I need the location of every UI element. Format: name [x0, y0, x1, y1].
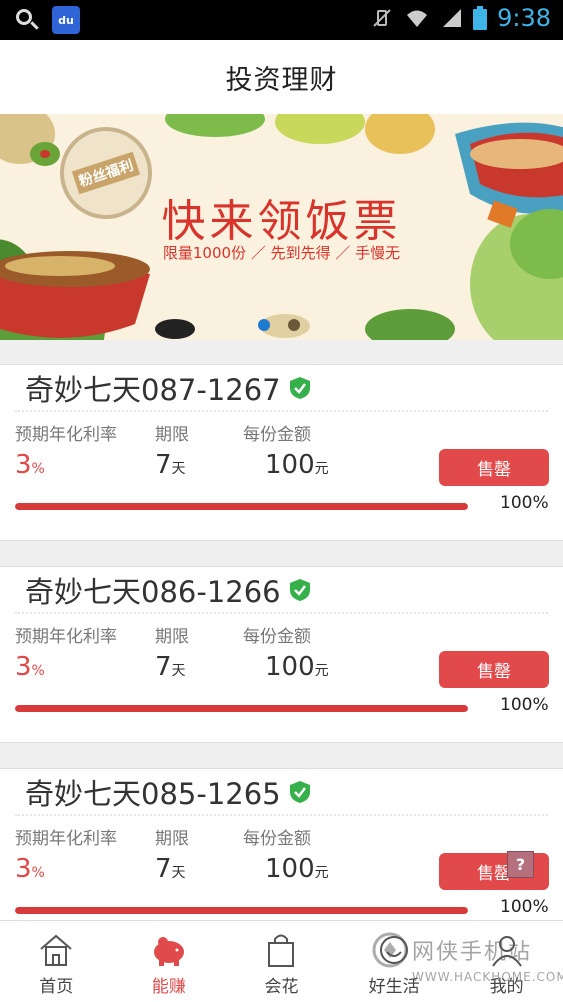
wifi-icon	[407, 10, 428, 27]
tab-home[interactable]: 首页	[0, 921, 113, 1002]
product-name-text: 奇妙七天085-1265	[25, 777, 281, 811]
search-icon	[14, 7, 40, 33]
term-value: 7天	[155, 854, 186, 884]
page-title: 投资理财	[225, 64, 338, 96]
carousel-dot[interactable]	[288, 319, 300, 331]
product-card[interactable]: 奇妙七天087-1267 预期年化利率 期限 每份金额 3% 7天 100元 售…	[0, 364, 563, 541]
verified-shield-icon	[289, 579, 310, 601]
tab-label: 会花	[264, 977, 299, 997]
progress-fill	[15, 705, 468, 712]
carousel-dots	[258, 319, 300, 331]
rate-value: 3%	[15, 450, 45, 480]
progress-percent: 100%	[500, 897, 549, 917]
sold-out-button[interactable]: 售罄	[439, 651, 549, 688]
product-name: 奇妙七天086-1266	[25, 569, 311, 611]
home-icon	[40, 934, 72, 966]
tab-label: 首页	[39, 977, 74, 997]
signal-icon	[443, 9, 462, 27]
divider	[15, 612, 548, 614]
product-name: 奇妙七天087-1267	[25, 367, 311, 409]
page-header: 投资理财	[0, 40, 563, 114]
carousel-dot-active[interactable]	[258, 319, 270, 331]
progress-bar	[15, 705, 468, 712]
profile-icon	[491, 936, 522, 967]
tab-earn[interactable]: 能赚	[113, 921, 226, 1002]
amount-label: 每份金额	[243, 627, 311, 647]
status-right: 9:38	[371, 4, 551, 32]
divider	[15, 410, 548, 412]
vibrate-mute-icon	[373, 9, 391, 27]
amount-value: 100元	[265, 652, 329, 682]
progress-fill	[15, 503, 468, 510]
rate-value: 3%	[15, 854, 45, 884]
shopping-bag-icon	[268, 934, 295, 967]
piggy-bank-icon	[153, 937, 184, 966]
rate-label: 预期年化利率	[15, 425, 117, 445]
rate-label: 预期年化利率	[15, 829, 117, 849]
tab-life[interactable]: 好生活	[338, 921, 451, 1002]
tab-spend[interactable]: 会花	[225, 921, 338, 1002]
product-name: 奇妙七天085-1265	[25, 771, 311, 813]
divider	[15, 814, 548, 816]
tab-label: 能赚	[151, 977, 186, 997]
status-time: 9:38	[497, 4, 551, 32]
tab-profile[interactable]: 我的	[450, 921, 563, 1002]
term-label: 期限	[155, 829, 189, 849]
status-left: du	[14, 6, 80, 34]
term-label: 期限	[155, 627, 189, 647]
term-value: 7天	[155, 652, 186, 682]
rate-value: 3%	[15, 652, 45, 682]
progress-percent: 100%	[500, 493, 549, 513]
product-card[interactable]: 奇妙七天085-1265 预期年化利率 期限 每份金额 3% 7天 100元 售…	[0, 768, 563, 945]
term-value: 7天	[155, 450, 186, 480]
progress-bar	[15, 503, 468, 510]
help-button[interactable]: ?	[507, 851, 534, 878]
battery-icon	[473, 6, 488, 30]
rate-label: 预期年化利率	[15, 627, 117, 647]
verified-shield-icon	[289, 781, 310, 803]
sold-out-button[interactable]: 售罄	[439, 449, 549, 486]
product-name-text: 奇妙七天087-1267	[25, 373, 281, 407]
amount-label: 每份金额	[243, 829, 311, 849]
banner-headline: 快来领饭票	[161, 196, 402, 247]
baidu-app-icon: du	[52, 6, 80, 34]
product-card[interactable]: 奇妙七天086-1266 预期年化利率 期限 每份金额 3% 7天 100元 售…	[0, 566, 563, 743]
progress-fill	[15, 907, 468, 914]
tab-label: 我的	[489, 977, 524, 997]
product-name-text: 奇妙七天086-1266	[25, 575, 281, 609]
tab-label: 好生活	[368, 977, 420, 997]
amount-value: 100元	[265, 854, 329, 884]
progress-bar	[15, 907, 468, 914]
amount-value: 100元	[265, 450, 329, 480]
banner-subline: 限量1000份 ／ 先到先得 ／ 手慢无	[162, 244, 401, 262]
status-bar: du 9:38	[0, 0, 563, 40]
term-label: 期限	[155, 425, 189, 445]
bottom-tab-bar: 首页 能赚 会花 好生活 我的	[0, 920, 563, 1002]
amount-label: 每份金额	[243, 425, 311, 445]
promo-banner[interactable]: 粉丝福利 快来领饭票 限量1000份 ／ 先到先得 ／ 手慢无	[0, 114, 563, 340]
verified-shield-icon	[289, 377, 310, 399]
life-icon	[380, 936, 409, 964]
progress-percent: 100%	[500, 695, 549, 715]
